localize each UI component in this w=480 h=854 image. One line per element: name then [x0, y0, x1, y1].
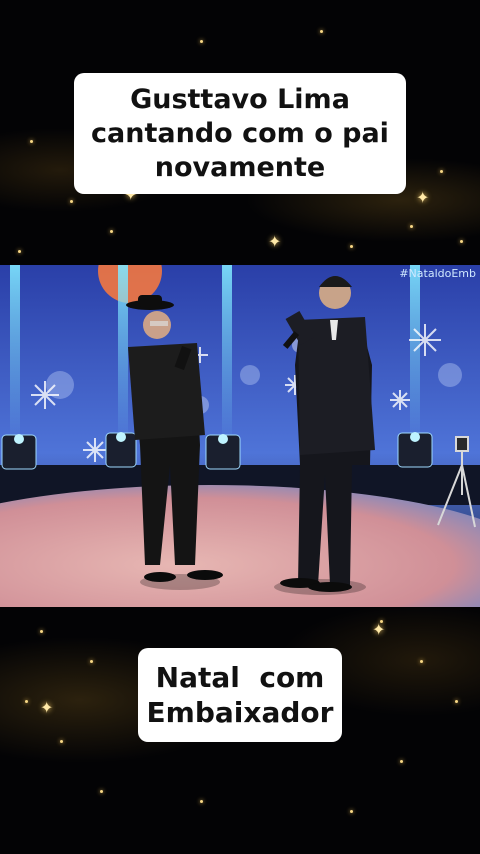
caption-top: Gusttavo Lima cantando com o pai novamen…: [74, 73, 406, 195]
stage-illustration: [0, 239, 480, 645]
stage-video: #NataldoEmb: [0, 239, 480, 645]
video-frame: ✦ ✦ ✦ ✦ ✦ #NataldoEmb Gusttavo Lima cant…: [0, 0, 480, 854]
caption-bottom: Natal com Embaixador: [138, 648, 342, 742]
stage-hashtag: #NataldoEmb: [399, 267, 476, 280]
